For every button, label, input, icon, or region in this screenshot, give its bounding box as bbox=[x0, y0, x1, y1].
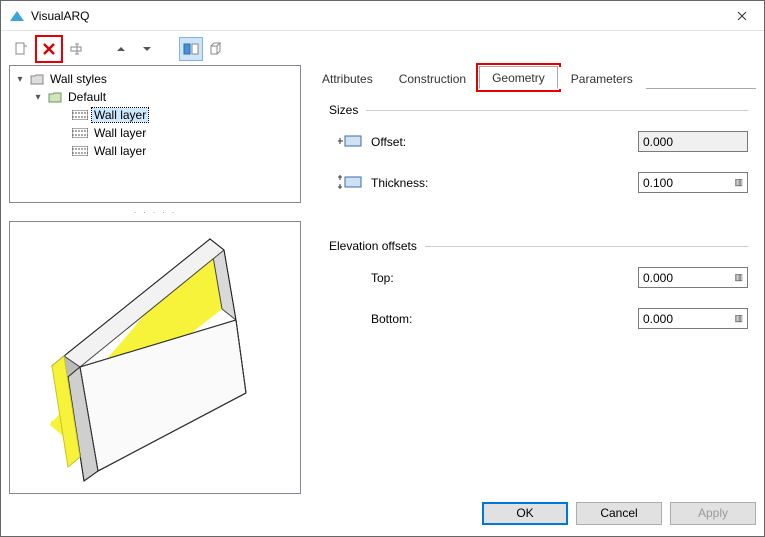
thickness-label: Thickness: bbox=[371, 176, 491, 190]
tree-root-row[interactable]: ▾ Wall styles bbox=[12, 70, 298, 88]
ruler-icon: ▥ bbox=[734, 177, 743, 188]
wall-preview-icon bbox=[20, 225, 290, 490]
toolbar bbox=[9, 35, 756, 65]
splitter-handle[interactable]: · · · · · bbox=[9, 209, 301, 215]
app-icon bbox=[9, 9, 25, 23]
window-title: VisualARQ bbox=[31, 9, 89, 23]
group-sizes-title: Sizes bbox=[329, 103, 358, 117]
tree-item-layer[interactable]: · Wall layer bbox=[12, 124, 298, 142]
delete-icon bbox=[41, 41, 57, 57]
tab-geometry[interactable]: Geometry bbox=[479, 66, 558, 89]
offset-icon bbox=[337, 133, 363, 151]
tab-content-geometry: Sizes Offset: 0.000 bbox=[309, 89, 756, 357]
bottom-input[interactable]: 0.000 ▥ bbox=[638, 308, 748, 329]
layer-icon bbox=[72, 128, 88, 138]
tab-parameters[interactable]: Parameters bbox=[558, 67, 646, 89]
tree-label: Wall layer bbox=[92, 144, 148, 158]
close-icon bbox=[737, 11, 747, 21]
arrow-up-icon bbox=[115, 43, 127, 55]
tree-item-default[interactable]: ▾ Default bbox=[12, 88, 298, 106]
tabs: Attributes Construction Geometry Paramet… bbox=[309, 65, 756, 89]
move-down-button[interactable] bbox=[135, 37, 159, 61]
tab-attributes[interactable]: Attributes bbox=[309, 67, 386, 89]
tree-item-layer[interactable]: · Wall layer bbox=[12, 142, 298, 160]
offset-label: Offset: bbox=[371, 135, 491, 149]
new-icon bbox=[13, 41, 29, 57]
dialog-window: VisualARQ bbox=[0, 0, 765, 537]
group-elevation-title: Elevation offsets bbox=[329, 239, 417, 253]
delete-button[interactable] bbox=[37, 37, 61, 61]
window-close-button[interactable] bbox=[719, 1, 764, 31]
tree-label: Default bbox=[66, 90, 108, 104]
view-toggle-b-icon bbox=[209, 42, 225, 56]
rename-icon bbox=[69, 41, 85, 57]
delete-highlight-box bbox=[35, 35, 63, 63]
titlebar: VisualARQ bbox=[1, 1, 764, 31]
bottom-value: 0.000 bbox=[643, 312, 673, 326]
ruler-icon: ▥ bbox=[734, 313, 743, 324]
button-bar: OK Cancel Apply bbox=[9, 498, 756, 528]
tree-root-label: Wall styles bbox=[48, 72, 109, 86]
top-value: 0.000 bbox=[643, 271, 673, 285]
ruler-icon: ▥ bbox=[734, 272, 743, 283]
preview-viewport[interactable] bbox=[9, 221, 301, 494]
tree-item-layer[interactable]: · Wall layer bbox=[12, 106, 298, 124]
layer-icon bbox=[72, 146, 88, 156]
move-up-button[interactable] bbox=[109, 37, 133, 61]
twisty-icon[interactable]: ▾ bbox=[32, 92, 44, 103]
view-toggle-b-button[interactable] bbox=[205, 37, 229, 61]
folder-icon bbox=[48, 91, 62, 103]
bottom-label: Bottom: bbox=[371, 312, 491, 326]
new-button[interactable] bbox=[9, 37, 33, 61]
tree-label: Wall layer bbox=[92, 126, 148, 140]
view-toggle-a-icon bbox=[183, 42, 199, 56]
apply-button: Apply bbox=[670, 502, 756, 525]
rename-button[interactable] bbox=[65, 37, 89, 61]
tab-construction[interactable]: Construction bbox=[386, 67, 479, 89]
top-input[interactable]: 0.000 ▥ bbox=[638, 267, 748, 288]
layer-icon bbox=[72, 110, 88, 120]
thickness-value: 0.100 bbox=[643, 176, 673, 190]
twisty-icon[interactable]: ▾ bbox=[14, 74, 26, 85]
folder-icon bbox=[30, 73, 44, 85]
offset-input[interactable]: 0.000 bbox=[638, 131, 748, 152]
thickness-icon bbox=[337, 173, 363, 193]
style-tree[interactable]: ▾ Wall styles ▾ Default · bbox=[9, 65, 301, 203]
cancel-button[interactable]: Cancel bbox=[576, 502, 662, 525]
ok-button[interactable]: OK bbox=[482, 502, 568, 525]
offset-value: 0.000 bbox=[643, 135, 673, 149]
tree-label: Wall layer bbox=[92, 108, 148, 122]
thickness-input[interactable]: 0.100 ▥ bbox=[638, 172, 748, 193]
top-label: Top: bbox=[371, 271, 491, 285]
view-toggle-a-button[interactable] bbox=[179, 37, 203, 61]
arrow-down-icon bbox=[141, 43, 153, 55]
